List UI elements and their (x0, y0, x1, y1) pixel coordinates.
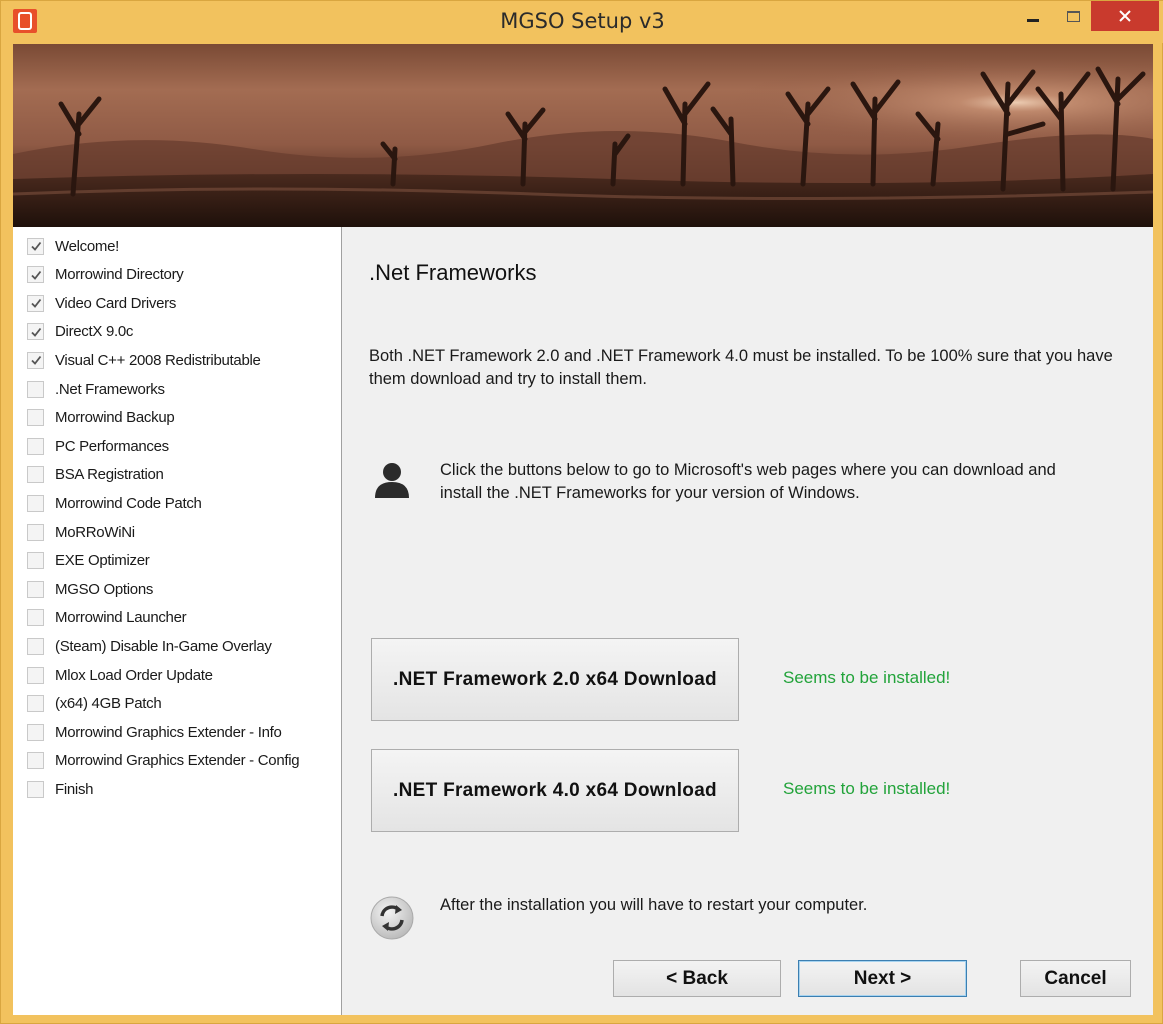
header-banner-image (13, 44, 1153, 227)
step-checkbox (27, 780, 44, 798)
main-panel: .Net Frameworks Both .NET Framework 2.0 … (343, 227, 1153, 1015)
step-checkbox (27, 666, 44, 684)
step-checkbox (27, 266, 44, 284)
step-checkbox (27, 494, 44, 512)
maximize-button[interactable] (1055, 1, 1091, 31)
setup-window: MGSO Setup v3 Welcome! Morrowind Directo… (0, 0, 1163, 1024)
step-item: Visual C++ 2008 Redistributable (27, 349, 261, 371)
step-label: (Steam) Disable In-Game Overlay (55, 637, 272, 655)
step-label: MoRRoWiNi (55, 523, 135, 541)
step-item: Welcome! (27, 235, 119, 257)
close-button[interactable] (1091, 1, 1159, 31)
step-label: DirectX 9.0c (55, 323, 134, 341)
step-item: Finish (27, 778, 94, 800)
step-label: Morrowind Graphics Extender - Info (55, 723, 282, 741)
step-item: (Steam) Disable In-Game Overlay (27, 635, 272, 657)
step-label: Morrowind Backup (55, 409, 175, 427)
instructions-text: Click the buttons below to go to Microso… (440, 461, 1056, 502)
step-checkbox (27, 380, 44, 398)
wizard-content: Welcome! Morrowind Directory Video Card Dr… (13, 227, 1153, 1015)
step-label: MGSO Options (55, 580, 154, 598)
net-2-download-button[interactable]: .NET Framework 2.0 x64 Download (371, 638, 739, 721)
title-bar[interactable]: MGSO Setup v3 (1, 1, 1163, 43)
step-checkbox (27, 237, 44, 255)
step-item: Morrowind Code Patch (27, 492, 202, 514)
check-icon (30, 327, 41, 337)
step-label: Morrowind Directory (55, 266, 184, 284)
cancel-button[interactable]: Cancel (1020, 960, 1131, 997)
step-label: EXE Optimizer (55, 552, 150, 570)
step-item: BSA Registration (27, 464, 164, 486)
step-label: Morrowind Launcher (55, 609, 187, 627)
step-label: Morrowind Graphics Extender - Config (55, 752, 300, 770)
step-label: Welcome! (55, 237, 120, 255)
step-item: Morrowind Backup (27, 407, 175, 429)
step-item: EXE Optimizer (27, 550, 150, 572)
step-checkbox (27, 552, 44, 570)
step-label: (x64) 4GB Patch (55, 695, 162, 713)
step-label: Finish (55, 780, 94, 798)
step-label: Mlox Load Order Update (55, 666, 213, 684)
minimize-icon (1027, 18, 1039, 22)
step-checkbox (27, 723, 44, 741)
step-label: Visual C++ 2008 Redistributable (55, 351, 261, 369)
step-label: Morrowind Code Patch (55, 494, 202, 512)
step-item: PC Performances (27, 435, 169, 457)
step-label: PC Performances (55, 437, 169, 455)
net-4-download-button[interactable]: .NET Framework 4.0 x64 Download (371, 749, 739, 832)
step-checkbox (27, 351, 44, 369)
check-icon (30, 356, 41, 366)
step-item: MGSO Options (27, 578, 153, 600)
step-checkbox (27, 752, 44, 770)
step-checkbox (27, 294, 44, 312)
user-icon (375, 463, 409, 498)
step-item: MoRRoWiNi (27, 521, 135, 543)
step-item: Morrowind Graphics Extender - Config (27, 750, 300, 772)
net-2-status: Seems to be installed! (783, 668, 951, 687)
refresh-icon (370, 896, 414, 940)
maximize-icon (1066, 10, 1080, 22)
step-item: (x64) 4GB Patch (27, 693, 162, 715)
window-title: MGSO Setup v3 (500, 9, 665, 33)
step-checkbox (27, 580, 44, 598)
steps-sidebar: Welcome! Morrowind Directory Video Card Dr… (13, 227, 342, 1015)
step-label: BSA Registration (55, 466, 164, 484)
next-button[interactable]: Next > (798, 960, 967, 997)
step-label: .Net Frameworks (55, 380, 165, 398)
minimize-button[interactable] (1013, 1, 1053, 31)
step-checkbox (27, 695, 44, 713)
step-item: Morrowind Directory (27, 264, 184, 286)
restart-note: After the installation you will have to … (440, 896, 868, 914)
step-checkbox (27, 523, 44, 541)
net-4-status: Seems to be installed! (783, 779, 951, 798)
step-checkbox (27, 609, 44, 627)
step-label: Video Card Drivers (55, 294, 177, 312)
step-checkbox (27, 409, 44, 427)
step-item: Morrowind Graphics Extender - Info (27, 721, 282, 743)
step-item: DirectX 9.0c (27, 321, 133, 343)
page-title: .Net Frameworks (369, 260, 537, 285)
intro-text: Both .NET Framework 2.0 and .NET Framewo… (369, 347, 1113, 388)
step-item: Video Card Drivers (27, 292, 176, 314)
step-checkbox (27, 466, 44, 484)
step-checkbox (27, 323, 44, 341)
step-item: Morrowind Launcher (27, 607, 187, 629)
check-icon (30, 241, 41, 251)
close-icon (1119, 10, 1131, 22)
check-icon (30, 299, 41, 309)
step-checkbox (27, 437, 44, 455)
check-icon (30, 270, 41, 280)
step-item: .Net Frameworks (27, 378, 165, 400)
step-item: Mlox Load Order Update (27, 664, 213, 686)
step-checkbox (27, 637, 44, 655)
back-button[interactable]: < Back (613, 960, 781, 997)
